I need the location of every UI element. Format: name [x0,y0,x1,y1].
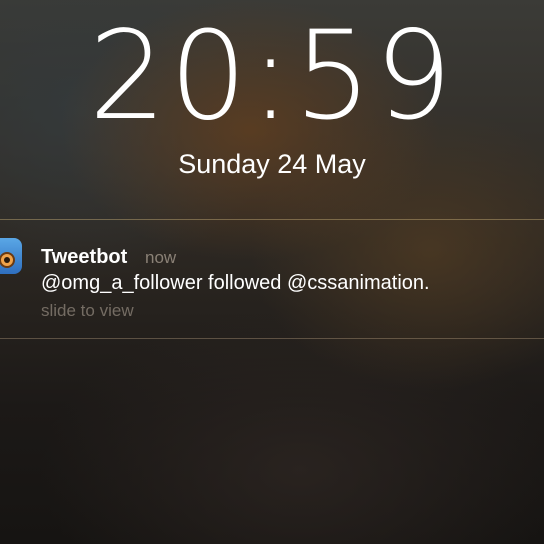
notification-app-name: Tweetbot [41,246,128,268]
bird-eye-shape [4,257,10,263]
slide-to-view-hint[interactable]: slide to view [41,300,134,322]
notification-message: @omg_a_follower followed @cssanimation. [41,272,430,294]
notification-divider-bottom [0,338,544,339]
lock-screen-clock: 20:59 [88,5,456,147]
notification-timestamp: now [145,248,177,267]
tweetbot-icon [0,238,22,274]
notification-divider-top [0,219,544,220]
lock-screen-date: Sunday 24 May [178,149,366,179]
